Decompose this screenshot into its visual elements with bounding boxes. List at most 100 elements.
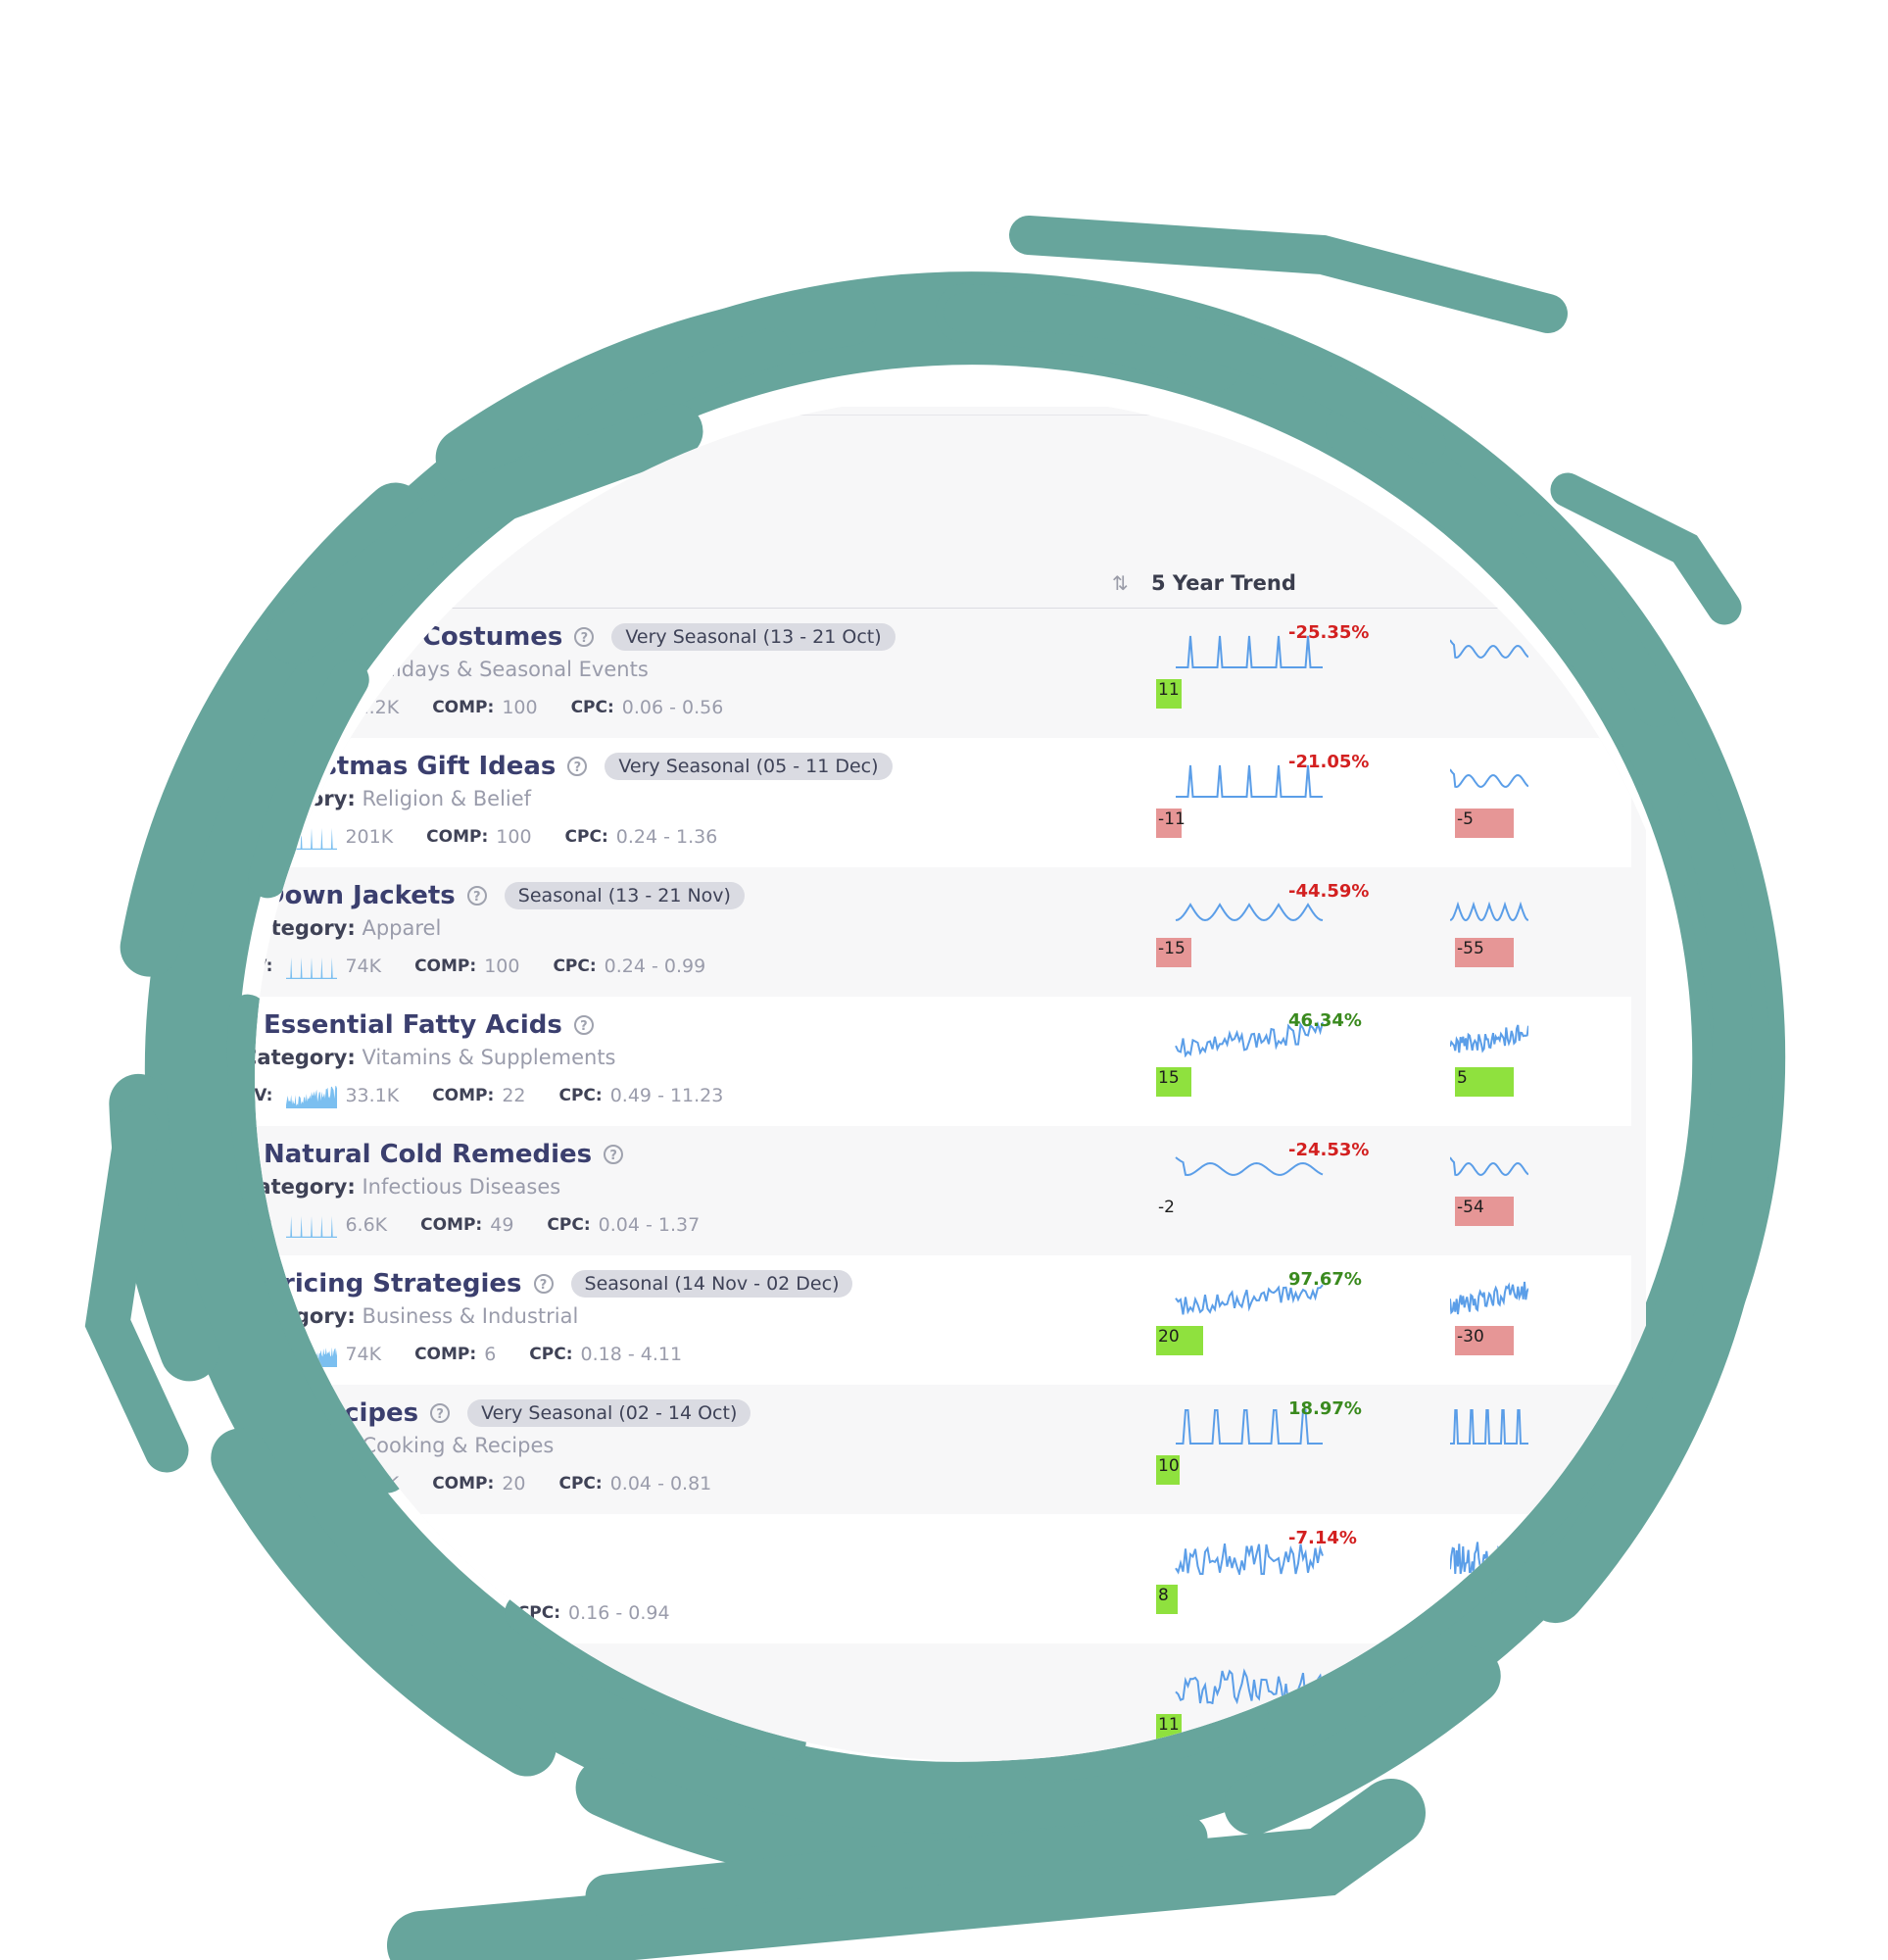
bookmark-icon[interactable]	[255, 1016, 256, 1034]
bookmark-icon[interactable]	[255, 1663, 256, 1681]
keyword-link[interactable]: graphy	[264, 1657, 364, 1687]
table-row[interactable]: Down Jackets? Seasonal (13 - 21 Nov) Categ…	[255, 867, 1631, 998]
sv-label: SV:	[242, 698, 273, 717]
sparkline-path	[1450, 1281, 1528, 1315]
trend-percent: -24.53%	[1288, 1140, 1370, 1160]
secondary-trend-sparkline	[1450, 901, 1528, 922]
comp-value: 22	[502, 1085, 526, 1106]
keyword-table-viewport: ⇅ 5 Year Trend Halloween Costumes? Very S…	[242, 407, 1646, 1761]
trend-change-box: -15	[1156, 938, 1191, 967]
table-row[interactable]: Essential Fatty Acids? Category: Vitamins…	[242, 997, 1631, 1127]
trend-change-box: -2	[1158, 1198, 1175, 1217]
comp-label: COMP:	[378, 1603, 441, 1623]
sparkline-path	[1450, 1156, 1528, 1177]
cpc-value: .33	[532, 1732, 562, 1753]
metrics-line: SV: 74K COMP: 100 CPC: 0.24 - 0.99	[255, 954, 705, 979]
category-line: Category: Vitamins & Supplements	[242, 1046, 616, 1069]
sv-sparkline	[286, 1086, 338, 1108]
help-icon[interactable]: ?	[376, 1662, 397, 1682]
bookmark-icon[interactable]	[255, 1404, 256, 1422]
sv-sparkline	[286, 827, 338, 850]
cpc-label: CPC:	[516, 1603, 561, 1623]
trend-percent: -25.35%	[1288, 622, 1370, 643]
sparkline-path	[286, 698, 338, 720]
sparkline-path	[286, 1215, 338, 1238]
help-icon[interactable]: ?	[533, 1274, 554, 1294]
keyword-link[interactable]: Down Jackets	[264, 881, 456, 910]
cpc-label: CPC:	[558, 1086, 603, 1105]
comp-value: 49	[490, 1214, 514, 1236]
help-icon[interactable]: ?	[604, 1145, 624, 1164]
keyword-link[interactable]: Essential Fatty Acids	[264, 1010, 562, 1040]
keyword-link[interactable]: all Recipes	[264, 1398, 418, 1428]
trend-percent: 97.67%	[1288, 1269, 1362, 1290]
comp-label: COMP:	[432, 1474, 495, 1494]
trend-change-box: 15	[1156, 1067, 1191, 1097]
category-label: Category:	[242, 1046, 356, 1069]
table-row[interactable]: graphy? Category: igital Arts SV: COMP: CPC:…	[255, 1643, 1631, 1761]
cpc-value: 0.04 - 1.37	[598, 1214, 701, 1236]
table-header: ⇅ 5 Year Trend	[255, 554, 1631, 609]
help-icon[interactable]: ?	[573, 1015, 594, 1035]
table-row[interactable]: ymbals? Category: sic & Audio SV: COMP: 100 C…	[242, 1514, 1631, 1644]
sv-label: SV:	[242, 1603, 273, 1623]
trend-change-box: 11	[1156, 679, 1183, 709]
sparkline-path	[286, 1086, 338, 1108]
category-value: Infectious Diseases	[362, 1175, 561, 1199]
sv-value: 33.1K	[345, 1085, 400, 1106]
help-icon[interactable]: ?	[567, 757, 588, 776]
category-line: Category: Infectious Diseases	[255, 1175, 561, 1199]
secondary-change-box: -54	[1455, 1197, 1514, 1226]
bookmark-icon[interactable]	[255, 1534, 256, 1551]
column-header-5-year-trend[interactable]: 5 Year Trend	[1151, 571, 1296, 595]
help-icon[interactable]: ?	[466, 886, 487, 906]
table-row[interactable]: Christmas Gift Ideas? Very Seasonal (05 -…	[255, 738, 1631, 868]
secondary-trend-sparkline	[1450, 768, 1528, 789]
keyword-link[interactable]: Halloween Costumes	[264, 622, 562, 652]
help-icon[interactable]: ?	[430, 1403, 451, 1423]
help-icon[interactable]: ?	[377, 1533, 398, 1552]
sparkline-path	[286, 1347, 338, 1367]
metrics-line: SV: 201K COMP: 100 CPC: 0.24 - 1.36	[255, 824, 718, 850]
table-row[interactable]: Halloween Costumes? Very Seasonal (13 - 2…	[242, 609, 1631, 739]
keyword-link[interactable]: Christmas Gift Ideas	[264, 752, 556, 781]
comp-value: 20	[502, 1473, 526, 1494]
sv-value: 22.2K	[345, 697, 400, 718]
sparkline-path	[1450, 1024, 1528, 1054]
metrics-line: SV: 74K COMP: 6 CPC: 0.18 - 4.11	[255, 1342, 683, 1367]
cpc-value: 0.49 - 11.23	[609, 1085, 724, 1106]
cpc-value: 0.24 - 1.36	[615, 826, 718, 848]
table-row[interactable]: all Recipes? Very Seasonal (02 - 14 Oct) C…	[242, 1385, 1631, 1515]
sv-sparkline	[286, 1474, 338, 1496]
cpc-value: 0.18 - 4.11	[580, 1344, 683, 1365]
cpc-value: 0.06 - 0.56	[621, 697, 724, 718]
table-row[interactable]: Pricing Strategies? Seasonal (14 Nov - 02…	[255, 1255, 1631, 1386]
help-icon[interactable]: ?	[574, 627, 595, 647]
table-row[interactable]: Natural Cold Remedies? Category: Infectio…	[255, 1126, 1631, 1256]
keyword-link[interactable]: ymbals	[264, 1528, 366, 1557]
bookmark-icon[interactable]	[255, 1275, 256, 1293]
metrics-line: SV: COMP: CPC: .33	[255, 1730, 562, 1755]
bookmark-icon[interactable]	[255, 1146, 256, 1163]
metrics-line: SV: 22.2K COMP: 100 CPC: 0.06 - 0.56	[242, 695, 724, 720]
metrics-line: SV: COMP: 100 CPC: 0.16 - 0.94	[242, 1600, 670, 1626]
keyword-cell: Pricing Strategies? Seasonal (14 Nov - 02…	[255, 1269, 853, 1298]
metrics-line: SV: 6.6K COMP: 49 CPC: 0.04 - 1.37	[255, 1212, 701, 1238]
bookmark-icon[interactable]	[255, 758, 256, 775]
bookmark-icon[interactable]	[255, 887, 256, 905]
sv-label: SV:	[242, 1474, 273, 1494]
comp-label: COMP:	[432, 1086, 495, 1105]
comp-value: 100	[502, 697, 538, 718]
sv-sparkline	[286, 698, 338, 720]
keyword-link[interactable]: Natural Cold Remedies	[264, 1140, 592, 1169]
keyword-link[interactable]: Pricing Strategies	[264, 1269, 522, 1298]
sv-value: 74K	[345, 1344, 382, 1365]
category-line: Category: Apparel	[255, 916, 441, 940]
sort-icon[interactable]: ⇅	[1112, 571, 1129, 595]
category-label: Category:	[242, 658, 356, 681]
bookmark-icon[interactable]	[255, 628, 256, 646]
comp-label: COMP:	[426, 827, 489, 847]
secondary-change-box: -30	[1455, 1326, 1514, 1355]
category-line: Category: Holidays & Seasonal Events	[242, 658, 649, 681]
secondary-trend-sparkline	[1450, 1409, 1528, 1445]
